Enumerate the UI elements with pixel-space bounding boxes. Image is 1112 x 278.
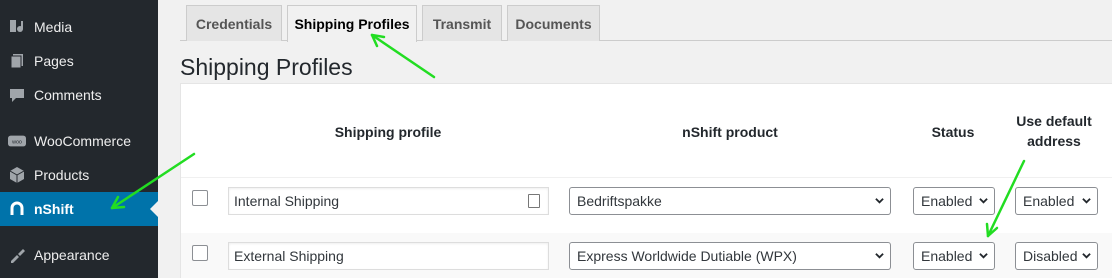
header-line: address [1027,133,1081,149]
chevron-down-icon [979,253,988,259]
chevron-down-icon [875,253,884,259]
sidebar-item-label: Products [34,167,90,183]
select-value: Enabled [921,248,973,264]
sidebar-item-woocommerce[interactable]: woo WooCommerce [0,124,158,158]
products-icon [8,166,26,184]
sidebar-item-products[interactable]: Products [0,158,158,192]
nshift-icon [8,200,26,218]
pages-icon [8,52,26,70]
select-value: Enabled [921,193,973,209]
tab-documents[interactable]: Documents [507,5,600,41]
media-icon [8,18,26,36]
chevron-down-icon [875,198,884,204]
chevron-down-icon [1082,198,1091,204]
column-header-nshift-product: nShift product [682,124,778,140]
sidebar-item-label: WooCommerce [34,133,131,149]
sidebar-item-label: Comments [34,87,102,103]
chevron-down-icon [979,198,988,204]
sidebar-item-label: Media [34,19,73,35]
status-select[interactable]: Enabled [913,242,995,270]
row-divider [181,177,1112,178]
sidebar-item-nshift[interactable]: nShift [0,192,158,226]
page-title: Shipping Profiles [180,54,353,80]
admin-sidebar: Media Pages Comments woo WooCommerce Pro… [0,0,158,278]
chevron-down-icon [1082,253,1091,259]
use-default-address-select[interactable]: Enabled [1015,187,1098,215]
column-header-status: Status [931,124,975,140]
input-value: Internal Shipping [234,193,340,209]
sidebar-item-media[interactable]: Media [0,10,158,44]
sidebar-item-pages[interactable]: Pages [0,44,158,78]
shipping-profile-name-input[interactable]: External Shipping [228,242,549,270]
row-select-checkbox[interactable] [192,245,208,261]
status-select[interactable]: Enabled [913,187,995,215]
contact-card-icon [528,194,540,208]
tab-transmit[interactable]: Transmit [422,5,502,41]
sidebar-item-label: nShift [34,201,74,217]
select-value: Enabled [1023,193,1075,209]
header-line: Use default [1016,113,1092,129]
comments-icon [8,86,26,104]
select-value: Disabled [1023,248,1078,264]
shipping-profiles-table: Shipping profile nShift product Status U… [180,83,1112,278]
tab-credentials[interactable]: Credentials [186,5,282,41]
sidebar-item-label: Appearance [34,247,110,263]
shipping-profile-name-input[interactable]: Internal Shipping [228,187,549,215]
row-select-checkbox[interactable] [192,190,208,206]
sidebar-item-appearance[interactable]: Appearance [0,238,158,272]
input-value: External Shipping [234,248,344,264]
column-header-use-default-address: Use default address [1006,111,1102,151]
sidebar-item-comments[interactable]: Comments [0,78,158,112]
select-value: Express Worldwide Dutiable (WPX) [577,248,797,264]
select-value: Bedriftspakke [577,193,662,209]
nshift-product-select[interactable]: Express Worldwide Dutiable (WPX) [569,242,891,270]
woocommerce-icon: woo [8,132,26,150]
use-default-address-select[interactable]: Disabled [1015,242,1098,270]
column-header-shipping-profile: Shipping profile [334,124,442,140]
svg-text:woo: woo [11,140,22,146]
nshift-product-select[interactable]: Bedriftspakke [569,187,891,215]
appearance-icon [8,246,26,264]
tab-shipping-profiles[interactable]: Shipping Profiles [287,5,417,42]
sidebar-item-label: Pages [34,53,74,69]
